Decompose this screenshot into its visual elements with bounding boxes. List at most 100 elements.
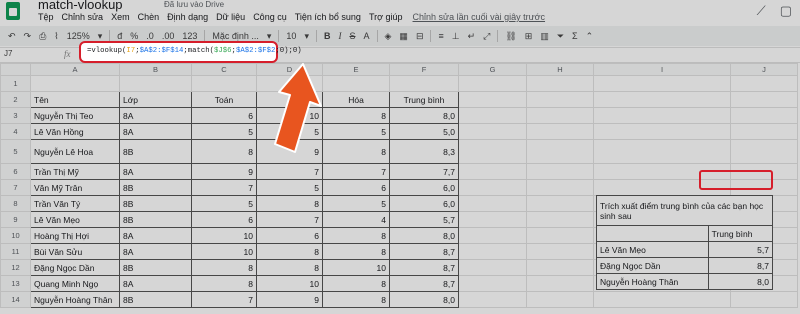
cell[interactable] — [322, 75, 390, 92]
cell[interactable]: 8 — [322, 275, 390, 292]
cell[interactable] — [30, 75, 120, 92]
cell[interactable]: Lê Văn Mẹo — [30, 211, 120, 228]
wrap-text-icon[interactable]: ↵ — [464, 31, 480, 42]
cell[interactable]: 7 — [191, 291, 257, 308]
rotate-text-icon[interactable]: ⤢ — [479, 31, 494, 42]
insert-chart-icon[interactable]: ▥ — [536, 31, 553, 42]
cell[interactable]: 8A — [119, 275, 192, 292]
cell[interactable] — [730, 75, 798, 92]
currency-button[interactable]: đ — [113, 31, 126, 41]
redo-icon[interactable]: ↷ — [20, 31, 36, 42]
cell[interactable]: 8A — [119, 227, 192, 244]
font-size-select[interactable]: 10 — [282, 31, 300, 41]
cell[interactable] — [526, 227, 594, 244]
menu-addons[interactable]: Tiện ích bổ sung — [295, 12, 361, 22]
column-header[interactable]: H — [526, 63, 594, 76]
cell[interactable]: 8 — [256, 195, 323, 212]
row-header[interactable]: 3 — [0, 107, 31, 124]
cell[interactable]: 9 — [191, 163, 257, 180]
cell[interactable]: Quang Minh Ngọ — [30, 275, 120, 292]
cell[interactable]: 8A — [119, 163, 192, 180]
bold-button[interactable]: B — [320, 31, 335, 41]
cell[interactable] — [458, 139, 527, 164]
cell[interactable] — [526, 243, 594, 260]
cell[interactable]: 5 — [256, 179, 323, 196]
cell[interactable] — [593, 107, 731, 124]
decrease-decimal-button[interactable]: .0 — [142, 31, 158, 41]
column-header[interactable]: I — [593, 63, 731, 76]
cell[interactable] — [593, 291, 731, 308]
column-header[interactable]: B — [119, 63, 192, 76]
menu-insert[interactable]: Chèn — [138, 12, 160, 22]
lookup-title[interactable]: Trích xuất điểm trung bình của các bạn h… — [596, 195, 773, 226]
insert-link-icon[interactable]: ⛓ — [501, 31, 520, 42]
cell[interactable]: 8A — [119, 107, 192, 124]
cell[interactable] — [526, 275, 594, 292]
strikethrough-button[interactable]: S — [345, 31, 359, 41]
cell[interactable]: Lớp — [119, 91, 192, 108]
font-select[interactable]: Mặc định ... — [208, 31, 263, 41]
cell[interactable]: Hóa — [322, 91, 390, 108]
cell[interactable]: 10 — [322, 259, 390, 276]
cell[interactable] — [593, 139, 731, 164]
cell[interactable]: 8 — [322, 139, 390, 164]
cell[interactable]: Toán — [191, 91, 257, 108]
cell[interactable]: 8 — [256, 259, 323, 276]
menu-help[interactable]: Trợ giúp — [369, 12, 403, 22]
row-header[interactable]: 10 — [0, 227, 31, 244]
cell[interactable] — [458, 91, 527, 108]
cell[interactable]: 8A — [119, 243, 192, 260]
text-color-button[interactable]: A — [359, 31, 373, 41]
cell[interactable]: 9 — [256, 291, 323, 308]
comment-icon[interactable]: ▢ — [780, 3, 792, 19]
menu-tools[interactable]: Công cụ — [253, 12, 287, 22]
row-header[interactable]: 9 — [0, 211, 31, 228]
cell[interactable]: Văn Mỹ Trân — [30, 179, 120, 196]
more-formats-button[interactable]: 123 — [178, 31, 201, 41]
zoom-chevron-down-icon[interactable]: ▾ — [94, 31, 107, 42]
undo-icon[interactable]: ↶ — [4, 31, 20, 42]
cell[interactable]: 6 — [191, 107, 257, 124]
cell[interactable] — [119, 75, 192, 92]
cell[interactable] — [458, 75, 527, 92]
document-title[interactable]: match-vlookup — [38, 0, 123, 12]
functions-icon[interactable]: Σ — [568, 31, 582, 41]
cell[interactable]: 8,3 — [389, 139, 459, 164]
cell[interactable]: Trần Văn Tý — [30, 195, 120, 212]
cell[interactable]: 7 — [256, 163, 323, 180]
activity-chart-icon[interactable]: ⟋ — [757, 3, 766, 19]
row-header[interactable]: 11 — [0, 243, 31, 260]
cell[interactable] — [458, 275, 527, 292]
cell[interactable]: Đặng Ngọc Dần — [30, 259, 120, 276]
column-header[interactable]: C — [191, 63, 257, 76]
row-header[interactable]: 8 — [0, 195, 31, 212]
cell[interactable]: 7 — [191, 179, 257, 196]
cell[interactable] — [593, 91, 731, 108]
cell[interactable]: Trần Thị Mỹ — [30, 163, 120, 180]
cell[interactable] — [730, 91, 798, 108]
lookup-blank-cell[interactable] — [596, 225, 709, 242]
percent-button[interactable]: % — [126, 31, 142, 41]
cell[interactable] — [389, 75, 459, 92]
cell[interactable] — [526, 179, 594, 196]
cell[interactable]: 6 — [322, 179, 390, 196]
cell[interactable]: 8B — [119, 195, 192, 212]
cell[interactable]: 8 — [322, 243, 390, 260]
cell[interactable] — [526, 91, 594, 108]
cell[interactable] — [526, 123, 594, 140]
cell[interactable]: 5 — [322, 195, 390, 212]
cell[interactable]: Hoàng Thị Hợi — [30, 227, 120, 244]
cell[interactable]: Bùi Văn Sửu — [30, 243, 120, 260]
cell[interactable]: 8B — [119, 179, 192, 196]
cell[interactable] — [526, 75, 594, 92]
cell[interactable]: 10 — [191, 227, 257, 244]
paint-format-icon[interactable]: ⌇ — [50, 31, 62, 42]
cell[interactable] — [458, 243, 527, 260]
cell[interactable] — [191, 75, 257, 92]
cell[interactable]: 5 — [191, 123, 257, 140]
row-header[interactable]: 4 — [0, 123, 31, 140]
row-header[interactable]: 2 — [0, 91, 31, 108]
cell[interactable]: Trung bình — [389, 91, 459, 108]
cell[interactable]: Nguyễn Thị Teo — [30, 107, 120, 124]
increase-decimal-button[interactable]: .00 — [158, 31, 179, 41]
